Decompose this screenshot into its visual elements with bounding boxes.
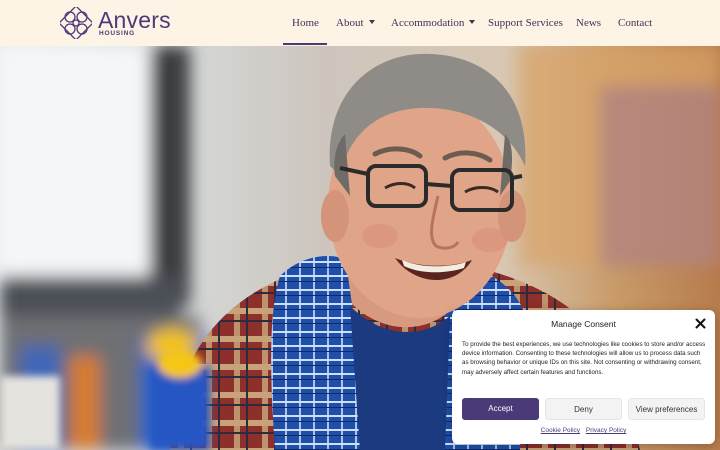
nav-item-support-services[interactable]: Support Services xyxy=(488,16,563,30)
view-preferences-button[interactable]: View preferences xyxy=(628,398,705,420)
nav-item-label: Home xyxy=(292,17,319,29)
site-header: Anvers HOUSING Home About Accommodation … xyxy=(0,0,720,46)
consent-links: Cookie Policy Privacy Policy xyxy=(452,427,715,434)
consent-body-text: To provide the best experiences, we use … xyxy=(462,341,706,376)
nav-item-label: About xyxy=(336,17,364,29)
nav-item-label: Contact xyxy=(618,17,653,29)
privacy-policy-link[interactable]: Privacy Policy xyxy=(586,427,626,434)
nav-item-home[interactable]: Home xyxy=(292,16,319,30)
nav-item-accommodation[interactable]: Accommodation xyxy=(391,16,476,30)
nav-item-news[interactable]: News xyxy=(576,16,601,30)
nav-item-label: Support Services xyxy=(488,17,563,29)
cookie-policy-link[interactable]: Cookie Policy xyxy=(541,427,580,434)
consent-title: Manage Consent xyxy=(551,319,616,329)
main-nav: Home About Accommodation Support Service… xyxy=(0,0,720,46)
close-icon[interactable] xyxy=(695,318,706,329)
nav-item-contact[interactable]: Contact xyxy=(618,16,652,30)
chevron-down-icon xyxy=(368,20,375,25)
chevron-down-icon xyxy=(469,20,476,25)
nav-item-label: Accommodation xyxy=(391,17,465,29)
deny-button[interactable]: Deny xyxy=(545,398,622,420)
nav-item-label: News xyxy=(576,17,602,29)
nav-item-about[interactable]: About xyxy=(336,16,375,30)
nav-active-indicator xyxy=(283,43,327,45)
accept-button[interactable]: Accept xyxy=(462,398,539,420)
cookie-consent-dialog: Manage Consent To provide the best exper… xyxy=(452,310,715,444)
